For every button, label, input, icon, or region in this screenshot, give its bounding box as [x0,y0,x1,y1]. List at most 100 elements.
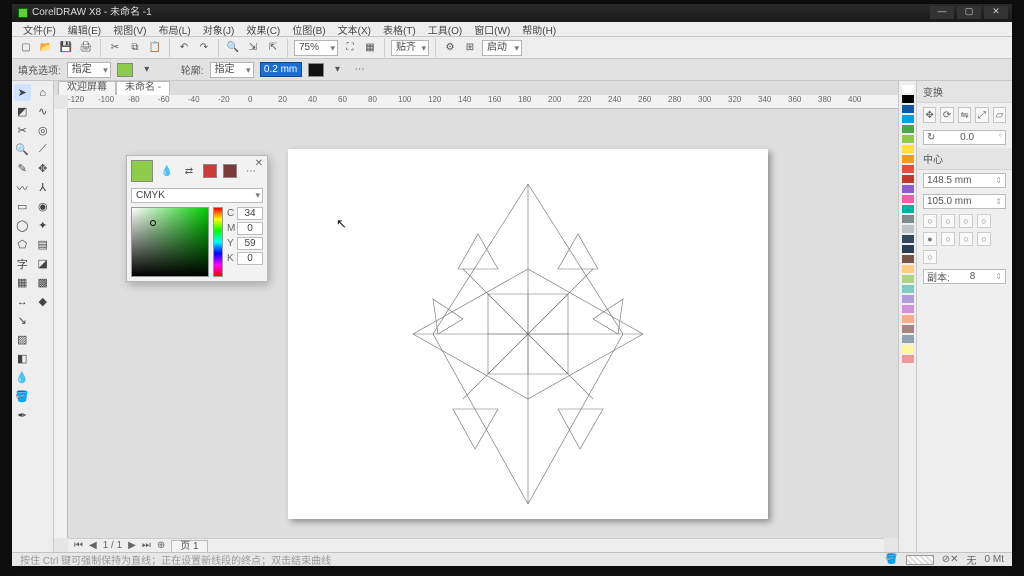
print-icon[interactable]: 🖨 [78,40,94,56]
menu-table[interactable]: 表格(T) [378,22,421,37]
palette-swatch[interactable] [902,255,914,263]
c-field[interactable]: 34 [237,207,263,220]
palette-swatch[interactable] [902,335,914,343]
next-page-icon[interactable]: ▶ [128,540,136,551]
palette-swatch[interactable] [902,245,914,253]
text-tool-icon[interactable]: 字 [14,255,31,272]
anchor-l[interactable]: ○ [977,214,991,228]
fill-swatch[interactable] [117,63,133,77]
menu-help[interactable]: 帮助(H) [517,22,561,37]
fill-indicator-icon[interactable]: 🪣 [885,554,897,565]
palette-swatch[interactable] [902,275,914,283]
ellipse-tool-icon[interactable]: ◯ [14,217,31,234]
search-icon[interactable]: 🔍 [225,40,241,56]
hue-slider[interactable] [213,207,223,277]
new-icon[interactable]: ▢ [18,40,34,56]
copy-icon[interactable]: ⧉ [127,40,143,56]
menu-object[interactable]: 对象(J) [198,22,240,37]
shape-tool-icon[interactable]: ◩ [14,103,31,120]
rotate-mode-icon[interactable]: ⟳ [940,107,953,123]
palette-swatch[interactable] [902,135,914,143]
open-icon[interactable]: 📂 [38,40,54,56]
fill-mode-dropdown[interactable]: 指定 [67,62,111,78]
palette-swatch[interactable] [902,325,914,333]
pick-tool-icon[interactable]: ➤ [14,84,31,101]
transparency-tool-icon[interactable]: ◧ [14,350,31,367]
move-mode-icon[interactable]: ✥ [923,107,936,123]
palette-swatch[interactable] [902,205,914,213]
freehand-tool-icon[interactable]: ✎ [14,160,31,177]
palette-swatch[interactable] [902,145,914,153]
m-field[interactable]: 0 [237,222,263,235]
cut-icon[interactable]: ✂ [107,40,123,56]
palette-swatch[interactable] [902,355,914,363]
palette-swatch[interactable] [902,85,914,93]
recent-color-1[interactable] [203,164,217,178]
menu-window[interactable]: 窗口(W) [469,22,515,37]
palette-swatch[interactable] [902,155,914,163]
menu-text[interactable]: 文本(X) [333,22,376,37]
export-icon[interactable]: ⇱ [265,40,281,56]
smartfill-subtool-icon[interactable]: ◆ [34,293,51,310]
fill-tool-icon[interactable]: 🪣 [14,388,31,405]
import-icon[interactable]: ⇲ [245,40,261,56]
menu-bitmap[interactable]: 位图(B) [287,22,330,37]
palette-swatch[interactable] [902,265,914,273]
skew-mode-icon[interactable]: ▱ [993,107,1006,123]
anchor-br[interactable]: ○ [923,250,937,264]
table-tool-icon[interactable]: ▦ [14,274,31,291]
outline-mode-dropdown[interactable]: 指定 [210,62,254,78]
paste-icon[interactable]: 📋 [147,40,163,56]
rotation-field[interactable]: ↻0.0° [923,130,1006,145]
last-page-icon[interactable]: ⏭ [142,540,151,551]
close-button[interactable]: ✕ [984,6,1008,19]
outline-tool-icon[interactable]: ✒ [14,407,31,424]
outline-dropdown-icon[interactable]: ▾ [330,62,346,78]
copies-field[interactable]: 副本:8⇕ [923,269,1006,284]
artistic-media-icon[interactable]: 〰 [14,179,31,196]
palette-swatch[interactable] [902,185,914,193]
table-icon[interactable]: ⊞ [462,40,478,56]
palette-swatch[interactable] [902,125,914,133]
maximize-button[interactable]: ▢ [957,6,981,19]
zoom-tool-icon[interactable]: 🔍 [14,141,31,158]
bezier-subtool-icon[interactable]: ⅄ [34,179,51,196]
flip-colors-icon[interactable]: ⇄ [181,163,197,179]
current-color-swatch[interactable] [131,160,153,182]
page[interactable] [288,149,768,519]
palette-swatch[interactable] [902,165,914,173]
knife-subtool-icon[interactable]: ⟋ [34,141,51,158]
k-field[interactable]: 0 [237,252,263,265]
scale-mode-icon[interactable]: ⤢ [975,107,988,123]
mesh-subtool-icon[interactable]: ▩ [34,274,51,291]
rulers-icon[interactable]: ▦ [362,40,378,56]
tab-document[interactable]: 未命名 - [116,81,170,95]
outline-none-icon[interactable]: ⊘✕ [942,554,959,565]
launch-dropdown[interactable]: 启动 [482,40,522,56]
rectangle-tool-icon[interactable]: ▭ [14,198,31,215]
recent-color-2[interactable] [223,164,237,178]
pan-subtool-icon[interactable]: ✥ [34,160,51,177]
prev-page-icon[interactable]: ◀ [89,540,97,551]
anchor-tl[interactable]: ○ [923,214,937,228]
redo-icon[interactable]: ↷ [196,40,212,56]
add-page-icon[interactable]: ⊕ [157,540,165,551]
eyedropper-icon[interactable]: 💧 [159,163,175,179]
crop-tool-icon[interactable]: ✂ [14,122,31,139]
anchor-tr[interactable]: ○ [959,214,973,228]
palette-swatch[interactable] [902,175,914,183]
graph-subtool-icon[interactable]: ▤ [34,236,51,253]
palette-swatch[interactable] [902,215,914,223]
shadow-subtool-icon[interactable]: ◪ [34,255,51,272]
spiral-subtool-icon[interactable]: ◉ [34,198,51,215]
palette-swatch[interactable] [902,105,914,113]
smear-subtool-icon[interactable]: ◎ [34,122,51,139]
connector-tool-icon[interactable]: ↘ [14,312,31,329]
snap-dropdown[interactable]: 贴齐 [391,40,429,56]
anchor-t[interactable]: ○ [941,214,955,228]
y-field[interactable]: 59 [237,237,263,250]
effects-tool-icon[interactable]: ▨ [14,331,31,348]
options-icon[interactable]: ⚙ [442,40,458,56]
anchor-b[interactable]: ○ [977,232,991,246]
sv-plane[interactable] [131,207,209,277]
